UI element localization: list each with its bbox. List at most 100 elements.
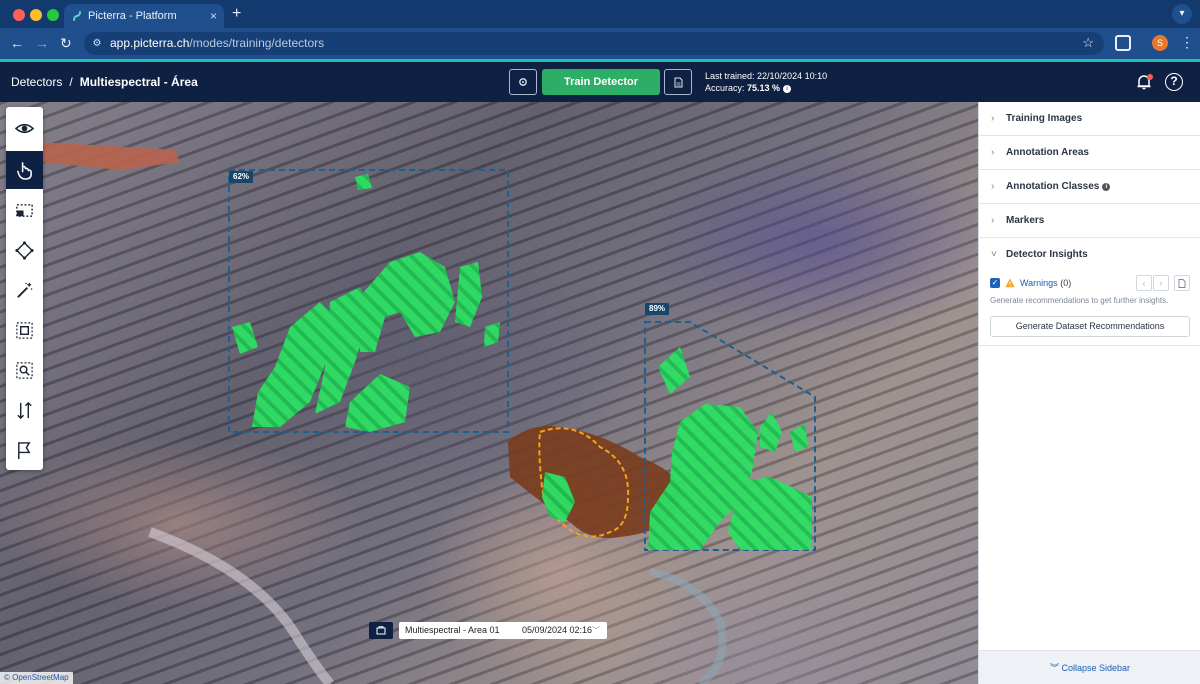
section-label: Detector Insights — [1006, 249, 1088, 260]
chevron-right-icon: › — [991, 181, 995, 192]
browser-tab-bar: Picterra - Platform × + ▾ — [0, 0, 1200, 28]
info-icon[interactable]: i — [1102, 183, 1111, 191]
maximize-window-button[interactable] — [47, 9, 59, 21]
tool-marker[interactable] — [6, 431, 43, 469]
close-window-button[interactable] — [13, 9, 25, 21]
minimize-window-button[interactable] — [30, 9, 42, 21]
polygon-icon — [15, 241, 34, 260]
address-bar[interactable]: ⚙ app.picterra.ch/modes/training/detecto… — [84, 32, 1104, 55]
generate-recommendations-button[interactable]: Generate Dataset Recommendations — [990, 316, 1190, 337]
chevron-right-icon: › — [991, 113, 995, 124]
double-chevron-down-icon: ︾ — [1049, 663, 1059, 673]
chevron-right-icon: › — [991, 147, 995, 158]
area-2-accuracy-badge: 89% — [645, 303, 670, 315]
browser-menu-icon[interactable]: ⋮ — [1180, 34, 1194, 51]
map-attribution[interactable]: © OpenStreetMap — [0, 672, 73, 684]
warnings-report-button[interactable] — [1174, 275, 1190, 291]
pit-road — [148, 527, 334, 684]
insights-hint: Generate recommendations to get further … — [990, 296, 1169, 305]
chevron-down-icon: ﹀ — [592, 626, 600, 635]
accuracy-value: 75.13 % — [747, 83, 781, 93]
warnings-checkbox[interactable]: ✓ — [990, 278, 1000, 288]
warnings-label[interactable]: Warnings (0) — [1020, 277, 1071, 289]
picterra-logo-icon — [73, 11, 81, 21]
section-detector-insights[interactable]: ˅ Detector Insights — [979, 238, 1200, 272]
help-icon[interactable]: ? — [1165, 73, 1183, 91]
tab-title: Picterra - Platform — [88, 10, 177, 22]
tool-sort[interactable] — [6, 391, 43, 429]
section-training-images[interactable]: › Training Images — [979, 102, 1200, 136]
layers-icon — [376, 626, 386, 635]
satellite-map[interactable]: 62% 89% Multiespectral - Area 01 05/09/2… — [0, 102, 978, 684]
section-markers[interactable]: › Markers — [979, 204, 1200, 238]
layers-button[interactable] — [369, 622, 393, 639]
map-toolbar — [6, 107, 43, 470]
hand-pointer-icon — [17, 162, 32, 180]
section-label: Annotation Classes i — [1006, 170, 1111, 204]
breadcrumb: Detectors / Multiespectral - Área — [11, 62, 198, 102]
map-overlay — [38, 142, 816, 684]
warnings-count: (0) — [1060, 278, 1072, 288]
sort-arrows-icon — [17, 401, 32, 420]
tool-pan[interactable] — [6, 151, 43, 189]
haul-road — [38, 142, 180, 170]
extensions-puzzle-icon[interactable] — [1115, 35, 1131, 51]
tool-select-rectangle[interactable] — [6, 191, 43, 229]
section-annotation-areas[interactable]: › Annotation Areas — [979, 136, 1200, 170]
magic-wand-icon — [17, 282, 33, 298]
tool-visibility[interactable] — [6, 109, 43, 147]
layer-name: Multiespectral - Area 01 — [405, 625, 500, 635]
eye-icon — [15, 123, 34, 134]
section-annotation-classes[interactable]: › Annotation Classes i — [979, 170, 1200, 204]
zoom-area-icon — [16, 362, 33, 379]
site-settings-icon[interactable]: ⚙ — [90, 37, 104, 51]
bookmark-star-icon[interactable]: ☆ — [1082, 35, 1094, 51]
detector-settings-button[interactable] — [509, 69, 537, 95]
forward-arrow-icon[interactable]: → — [35, 34, 49, 52]
water-channel — [649, 568, 727, 684]
back-arrow-icon[interactable]: ← — [10, 34, 24, 52]
annotation-area-icon — [16, 322, 33, 339]
layer-date: 05/09/2024 02:16 — [522, 625, 593, 635]
gear-icon — [519, 78, 527, 86]
url-text[interactable]: app.picterra.ch/modes/training/detectors — [110, 32, 324, 55]
breadcrumb-detectors-link[interactable]: Detectors — [11, 75, 62, 89]
next-warning-button[interactable]: › — [1153, 275, 1169, 291]
new-tab-icon[interactable]: + — [232, 4, 241, 24]
selection-rectangle-icon — [16, 204, 33, 217]
accuracy-label: Accuracy: — [705, 83, 745, 93]
tab-search-chevron-icon[interactable]: ▾ — [1172, 4, 1192, 24]
section-label: Training Images — [1006, 113, 1083, 124]
tool-polygon[interactable] — [6, 231, 43, 269]
collapse-sidebar-button[interactable]: ︾ Collapse Sidebar — [979, 650, 1200, 684]
section-label: Annotation Areas — [1006, 147, 1089, 158]
warning-triangle-icon — [1005, 278, 1015, 288]
training-status: Last trained: 22/10/2024 10:10 Accuracy:… — [705, 70, 827, 94]
chevron-right-icon: › — [991, 215, 995, 226]
chevron-down-icon: ˅ — [991, 249, 997, 260]
accuracy-info-icon[interactable]: i — [783, 85, 792, 93]
last-trained-text: Last trained: 22/10/2024 10:10 — [705, 71, 828, 81]
right-sidebar: › Training Images › Annotation Areas › A… — [978, 102, 1200, 684]
tool-zoom-area[interactable] — [6, 351, 43, 389]
previous-warning-button[interactable]: ‹ — [1136, 275, 1152, 291]
green-annotations-area-1 — [232, 174, 500, 432]
image-select-dropdown[interactable]: Multiespectral - Area 01 05/09/2024 02:1… — [399, 622, 607, 639]
app-header: Detectors / Multiespectral - Área Train De… — [0, 62, 1200, 102]
breadcrumb-separator: / — [69, 75, 73, 89]
report-button[interactable] — [664, 69, 692, 95]
detector-insights-panel: ✓ Warnings (0) ‹ › Generate recommendati… — [979, 272, 1200, 346]
flag-icon — [18, 442, 31, 460]
browser-toolbar: ← → ↻ ⚙ app.picterra.ch/modes/training/d… — [0, 28, 1200, 59]
document-icon — [1178, 279, 1186, 288]
browser-tab[interactable]: Picterra - Platform × — [64, 4, 224, 28]
notification-badge — [1147, 74, 1153, 80]
close-tab-icon[interactable]: × — [210, 4, 217, 28]
profile-avatar[interactable]: S — [1152, 35, 1168, 51]
collapse-sidebar-label: Collapse Sidebar — [1061, 663, 1131, 673]
train-detector-button[interactable]: Train Detector — [542, 69, 660, 95]
reload-icon[interactable]: ↻ — [60, 34, 72, 52]
document-icon — [674, 77, 682, 88]
tool-magic-wand[interactable] — [6, 271, 43, 309]
tool-annotation-area[interactable] — [6, 311, 43, 349]
